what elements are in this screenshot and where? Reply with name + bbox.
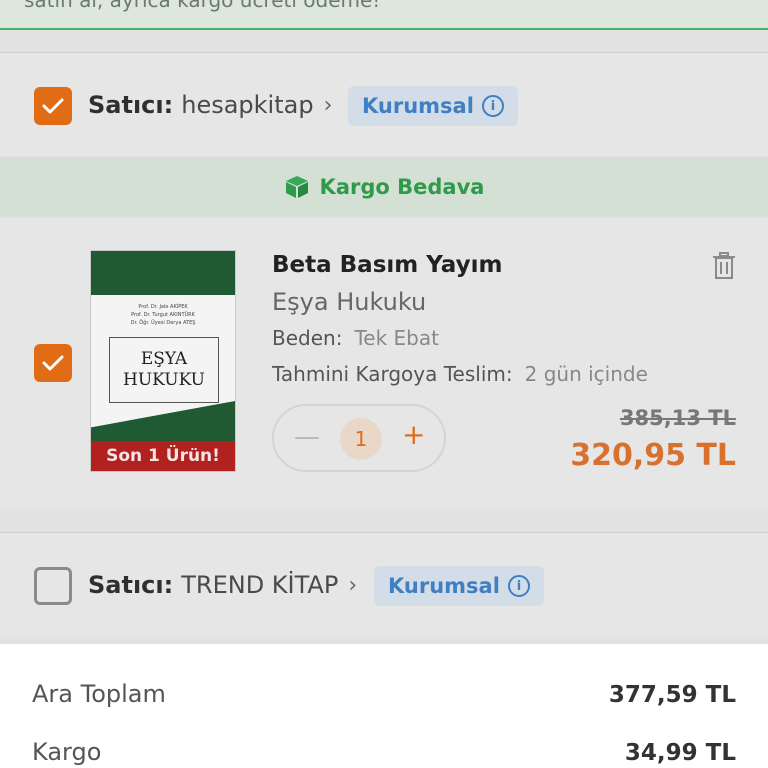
trash-icon[interactable] [712,252,736,280]
plus-icon[interactable]: + [402,418,425,451]
shipping-cost-value: 34,99 TL [624,740,736,766]
stock-badge: Son 1 Ürün! [91,441,235,471]
product-title[interactable]: Eşya Hukuku [272,288,426,316]
info-icon[interactable]: i [507,575,530,597]
cover-authors: Prof. Dr. Jale AKİPEK Prof. Dr. Turgut A… [130,304,196,326]
corporate-badge[interactable]: Kurumsal i [348,86,518,126]
seller-header-trend-kitap: Satıcı: TREND KİTAP › Kurumsal i [0,532,768,636]
seller-name: TREND KİTAP [181,571,339,599]
product-checkbox[interactable] [34,344,72,382]
cover-band-bottom [91,401,235,445]
chevron-right-icon: › [348,572,358,598]
product-item: Prof. Dr. Jale AKİPEK Prof. Dr. Turgut A… [0,218,768,508]
original-price: 385,13 TL [619,406,736,430]
shipping-info-strip: Kargo Bedava [0,157,768,217]
badge-label: Kurumsal [388,574,500,598]
checkmark-icon [42,355,64,371]
product-image[interactable]: Prof. Dr. Jale AKİPEK Prof. Dr. Turgut A… [90,250,236,472]
minus-icon[interactable]: — [294,422,320,452]
seller-link[interactable]: Satıcı: TREND KİTAP › [88,571,357,599]
free-shipping-banner: satın al, ayrıca kargo ücreti ödeme! [0,0,768,30]
checkmark-icon [42,98,64,114]
chevron-right-icon: › [323,92,333,118]
quantity-value[interactable]: 1 [340,418,382,460]
seller-prefix: Satıcı: [88,571,174,599]
seller-prefix: Satıcı: [88,91,174,119]
seller-header-hesapkitap: Satıcı: hesapkitap › Kurumsal i [0,52,768,156]
package-icon [285,176,308,198]
cover-band-top [91,251,235,295]
product-brand[interactable]: Beta Basım Yayım [272,252,502,278]
seller-name: hesapkitap [181,91,314,119]
subtotal-value: 377,59 TL [608,682,736,708]
subtotal-label: Ara Toplam [32,680,166,708]
delivery-estimate: Tahmini Kargoya Teslim: 2 gün içinde [272,362,648,386]
banner-text: satın al, ayrıca kargo ücreti ödeme! [24,0,381,12]
seller-checkbox[interactable] [34,567,72,605]
discounted-price: 320,95 TL [570,438,736,473]
cover-title: EŞYA HUKUKU [109,337,219,403]
seller-checkbox[interactable] [34,87,72,125]
info-icon[interactable]: i [481,95,504,117]
badge-label: Kurumsal [362,94,474,118]
product-size: Beden: Tek Ebat [272,326,439,350]
shipping-cost-label: Kargo [32,738,102,766]
seller-link[interactable]: Satıcı: hesapkitap › [88,91,332,119]
order-summary: Ara Toplam 377,59 TL Kargo 34,99 TL [0,644,768,768]
free-shipping-label: Kargo Bedava [319,175,485,199]
quantity-stepper: — 1 + [272,404,446,472]
corporate-badge[interactable]: Kurumsal i [374,566,544,606]
